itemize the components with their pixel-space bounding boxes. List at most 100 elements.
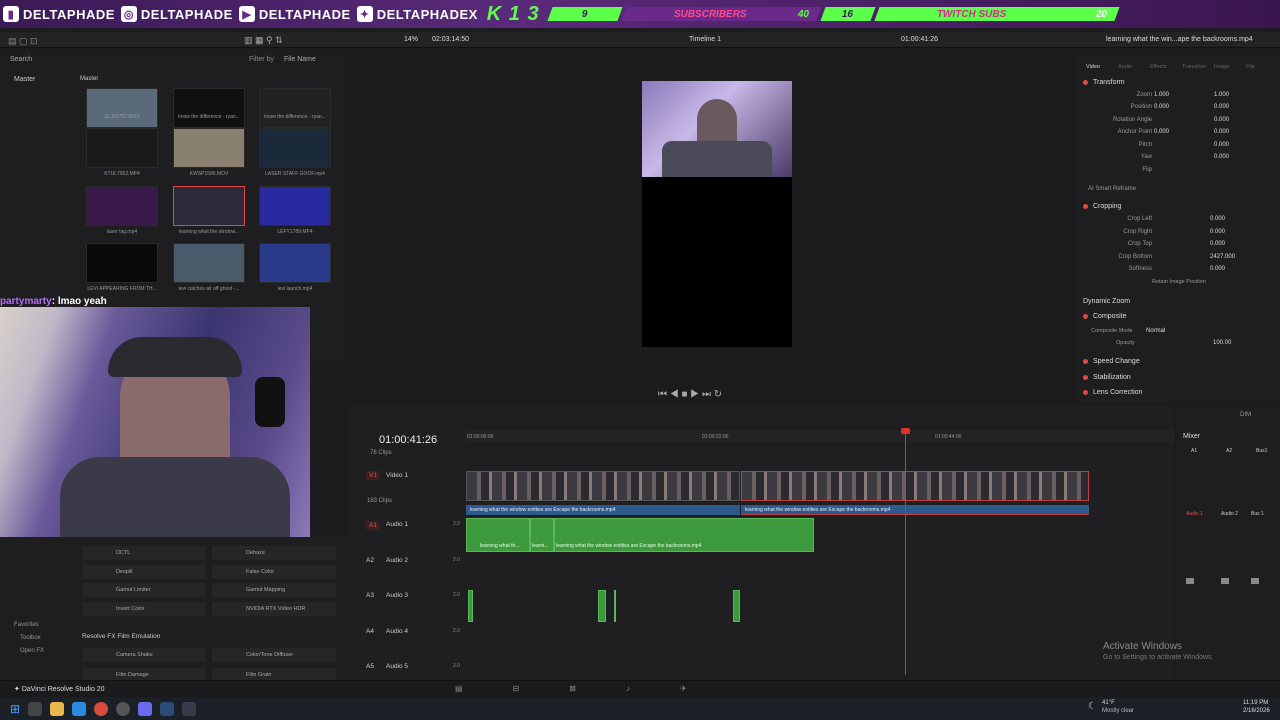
favorites-item[interactable]: Favorites [14,622,39,628]
file-explorer-icon[interactable] [50,701,65,716]
audio-track-id[interactable]: A3 [366,592,374,599]
track-id-v1[interactable]: V1 [366,471,380,480]
page-switcher[interactable]: ▤⊟⊠♪✈ [455,684,737,693]
crop-value[interactable]: 2427.000 [1210,254,1235,260]
steam-icon[interactable] [160,701,175,716]
media-thumbnail[interactable] [259,186,331,226]
vscode-icon[interactable] [72,701,87,716]
media-thumbnail[interactable] [259,128,331,168]
media-thumbnail[interactable] [173,243,245,283]
crop-value[interactable]: 0.000 [1210,266,1225,272]
inspector-tab[interactable]: File [1246,64,1255,70]
y-value[interactable]: 0.000 [1214,117,1229,123]
search-icon[interactable] [28,701,43,716]
search-input[interactable]: Search [10,56,32,63]
effect-item[interactable]: DCTL [82,546,206,560]
media-thumbnail[interactable] [173,186,245,226]
enabled-dot-icon[interactable] [1083,358,1088,364]
panel-toggle-icon[interactable]: ▤ ▢ ⊡ [8,36,38,47]
media-thumbnail[interactable] [173,88,245,128]
enabled-dot-icon[interactable] [1083,203,1088,209]
inspector-tab[interactable]: Transition [1182,64,1206,70]
effect-item[interactable]: Invert Color [82,602,206,616]
retain-position-checkbox[interactable]: Retain Image Position [1152,279,1206,285]
effect-item[interactable]: False Color [212,565,336,579]
inspector-tab[interactable]: Image [1214,64,1229,70]
transport-controls[interactable]: ⏮ ◀ ■ ▶ ⏭ ↻ [658,389,722,400]
x-value[interactable]: 0.000 [1154,129,1169,135]
discord-icon[interactable] [138,701,153,716]
x-value[interactable]: 0.000 [1154,104,1169,110]
enabled-dot-icon[interactable] [1083,79,1088,85]
media-thumbnail[interactable] [259,243,331,283]
stabilization-section[interactable]: Stabilization [1075,370,1275,384]
crop-value[interactable]: 0.000 [1210,216,1225,222]
effect-item[interactable]: Dehaze [212,546,336,560]
mixer-fader[interactable] [1186,578,1194,584]
audio-clip[interactable] [468,590,473,622]
effect-item[interactable]: NVIDIA RTX Video HDR [212,602,336,616]
media-thumbnail[interactable] [173,128,245,168]
speed-change-section[interactable]: Speed Change [1075,354,1275,368]
crop-value[interactable]: 0.000 [1210,229,1225,235]
media-thumbnail[interactable] [259,88,331,128]
enabled-dot-icon[interactable] [1083,389,1088,395]
media-thumbnail[interactable] [86,128,158,168]
crop-value[interactable]: 0.000 [1210,241,1225,247]
filter-dropdown[interactable]: File Name [284,56,316,63]
inspector-tab[interactable]: Video [1086,64,1100,70]
audio-clip[interactable] [598,590,606,622]
audio-clip[interactable] [733,590,740,622]
audio-clip[interactable] [614,590,616,622]
composite-section[interactable]: Composite [1075,309,1275,323]
timeline-selector[interactable]: Timeline 1 [689,36,721,43]
x-value[interactable]: 1.000 [1154,92,1169,98]
y-value[interactable]: 0.000 [1214,129,1229,135]
media-thumbnail[interactable] [86,186,158,226]
media-thumbnail[interactable] [86,243,158,283]
effect-item[interactable]: Gamut Mapping [212,583,336,597]
opacity-value[interactable]: 100.00 [1213,340,1231,346]
toolbox-item[interactable]: Toolbox [20,635,41,641]
audio-track-id[interactable]: A4 [366,628,374,635]
mixer-fader[interactable] [1221,578,1229,584]
viewer-zoom[interactable]: 14% [404,36,418,43]
audio-track-id[interactable]: A2 [366,557,374,564]
bin-master[interactable]: Master [14,76,35,83]
cropping-section[interactable]: Cropping [1075,199,1275,213]
timeline-ruler [465,430,1175,442]
effect-item[interactable]: Camera Shake [82,648,206,662]
audio-track-id[interactable]: A1 [366,521,380,530]
transform-section[interactable]: Transform [1075,75,1275,89]
video-clip[interactable] [466,471,740,501]
lens-correction-section[interactable]: Lens Correction [1075,385,1275,399]
playhead[interactable] [905,430,906,675]
media-thumbnail-label: levi catches air off ghost -... [178,286,240,292]
media-thumbnail[interactable] [86,88,158,128]
effect-item[interactable]: Color/Tone Diffuser [212,648,336,662]
dim-button[interactable]: DIM [1240,412,1251,418]
effect-item[interactable]: Gamut Limiter [82,583,206,597]
dynamic-zoom-section[interactable]: Dynamic Zoom [1075,294,1275,308]
y-value[interactable]: 0.000 [1214,154,1229,160]
inspector-tab[interactable]: Audio [1118,64,1132,70]
mixer-fader[interactable] [1251,578,1259,584]
inspector-tab[interactable]: Effects [1150,64,1167,70]
obs-icon[interactable] [116,701,131,716]
playhead-handle[interactable] [901,428,910,434]
resolve-icon[interactable] [182,701,197,716]
audio-track-id[interactable]: A5 [366,663,374,670]
openfx-item[interactable]: Open FX [20,648,44,654]
view-icons[interactable]: ▥ ▦ ⚲ ⇅ [244,35,283,46]
smart-reframe-section[interactable]: AI Smart Reframe [1088,186,1136,192]
y-value[interactable]: 0.000 [1214,142,1229,148]
enabled-dot-icon[interactable] [1083,374,1088,380]
windows-start-icon[interactable]: ⊞ [10,702,20,716]
composite-mode-dropdown[interactable]: Normal [1146,328,1165,334]
y-value[interactable]: 1.000 [1214,92,1229,98]
enabled-dot-icon[interactable] [1083,313,1088,319]
video-clip[interactable] [741,471,1089,501]
effect-item[interactable]: Despill [82,565,206,579]
chrome-icon[interactable] [94,701,109,716]
y-value[interactable]: 0.000 [1214,104,1229,110]
